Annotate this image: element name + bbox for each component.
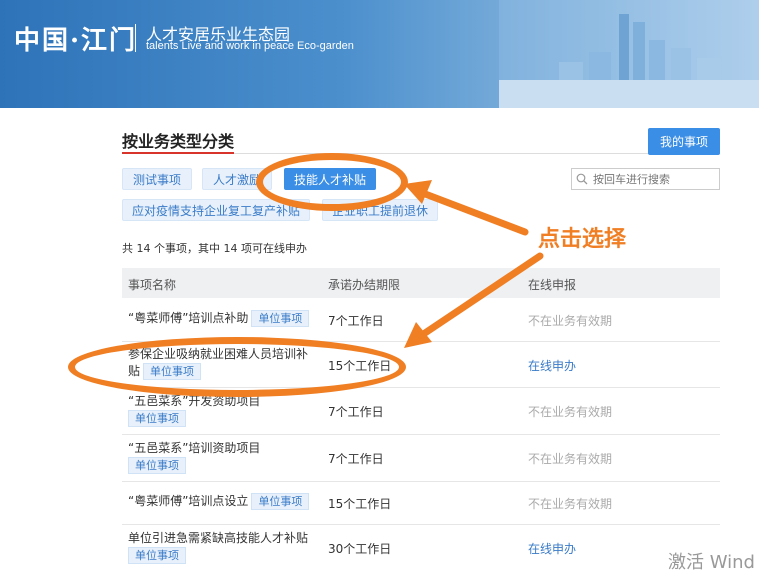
category-skilled-talent-subsidy[interactable]: 技能人才补贴	[284, 168, 376, 190]
logo-divider	[135, 24, 136, 52]
category-talent-incentive[interactable]: 人才激励	[202, 168, 272, 190]
column-header-online: 在线申报	[528, 278, 577, 292]
online-status: 不在业务有效期	[528, 452, 613, 466]
category-early-retirement[interactable]: 企业职工提前退休	[322, 199, 438, 221]
online-status: 不在业务有效期	[528, 405, 613, 419]
unit-item-tag: 单位事项	[128, 457, 186, 474]
deadline-value: 7个工作日	[328, 452, 384, 466]
online-status: 不在业务有效期	[528, 497, 613, 511]
city-skyline-image	[499, 0, 759, 108]
online-status: 不在业务有效期	[528, 314, 613, 328]
logo: 中国·江门	[14, 26, 138, 56]
online-apply-link[interactable]: 在线申办	[528, 357, 576, 374]
search-box[interactable]	[571, 168, 720, 190]
deadline-value: 7个工作日	[328, 405, 384, 419]
search-icon	[576, 173, 588, 185]
category-test[interactable]: 测试事项	[122, 168, 192, 190]
unit-item-tag: 单位事项	[143, 363, 202, 380]
deadline-value: 30个工作日	[328, 542, 392, 556]
item-name[interactable]: “粤菜师傅”培训点设立 单位事项	[128, 493, 318, 510]
slogan-english: talents Live and work in peace Eco-garde…	[146, 40, 354, 52]
column-header-name: 事项名称	[128, 278, 177, 292]
header-banner: 中国·江门 人才安居乐业生态园 talents Live and work in…	[0, 0, 759, 108]
table-row: “五邑菜系”培训资助项目 单位事项 7个工作日 不在业务有效期	[122, 434, 720, 482]
column-header-deadline: 承诺办结期限	[328, 278, 401, 292]
unit-item-tag: 单位事项	[128, 410, 186, 427]
unit-item-tag: 单位事项	[251, 493, 310, 510]
item-name[interactable]: 单位引进急需紧缺高技能人才补贴 单位事项	[128, 530, 318, 564]
category-epidemic-support[interactable]: 应对疫情支持企业复工复产补贴	[122, 199, 310, 221]
table-row: “粤菜师傅”培训点补助 单位事项 7个工作日 不在业务有效期	[122, 298, 720, 342]
item-name[interactable]: “粤菜师傅”培训点补助 单位事项	[128, 310, 318, 327]
table-header: 事项名称 承诺办结期限 在线申报	[122, 268, 720, 298]
unit-item-tag: 单位事项	[128, 547, 186, 564]
item-name[interactable]: “五邑菜系”开发资助项目 单位事项	[128, 393, 318, 427]
deadline-value: 15个工作日	[328, 497, 392, 511]
unit-item-tag: 单位事项	[251, 310, 310, 327]
table-row: “五邑菜系”开发资助项目 单位事项 7个工作日 不在业务有效期	[122, 387, 720, 435]
search-input[interactable]	[591, 171, 715, 187]
click-to-select-annotation: 点击选择	[538, 227, 627, 252]
deadline-value: 7个工作日	[328, 314, 384, 328]
table-row: 单位引进急需紧缺高技能人才补贴 单位事项 30个工作日 在线申办	[122, 524, 720, 570]
online-apply-link[interactable]: 在线申办	[528, 540, 576, 557]
activation-watermark: 激活 Wind	[668, 552, 755, 573]
section-title: 按业务类型分类	[122, 132, 235, 151]
my-items-button[interactable]: 我的事项	[648, 128, 720, 155]
table-row: 参保企业吸纳就业困难人员培训补贴 单位事项 15个工作日 在线申办	[122, 341, 720, 388]
items-summary: 共 14 个事项，其中 14 项可在线申办	[122, 242, 307, 255]
title-accent-line	[122, 152, 234, 154]
deadline-value: 15个工作日	[328, 359, 392, 373]
table-row: “粤菜师傅”培训点设立 单位事项 15个工作日 不在业务有效期	[122, 481, 720, 525]
item-name[interactable]: “五邑菜系”培训资助项目 单位事项	[128, 440, 318, 474]
item-name[interactable]: 参保企业吸纳就业困难人员培训补贴 单位事项	[128, 346, 318, 380]
